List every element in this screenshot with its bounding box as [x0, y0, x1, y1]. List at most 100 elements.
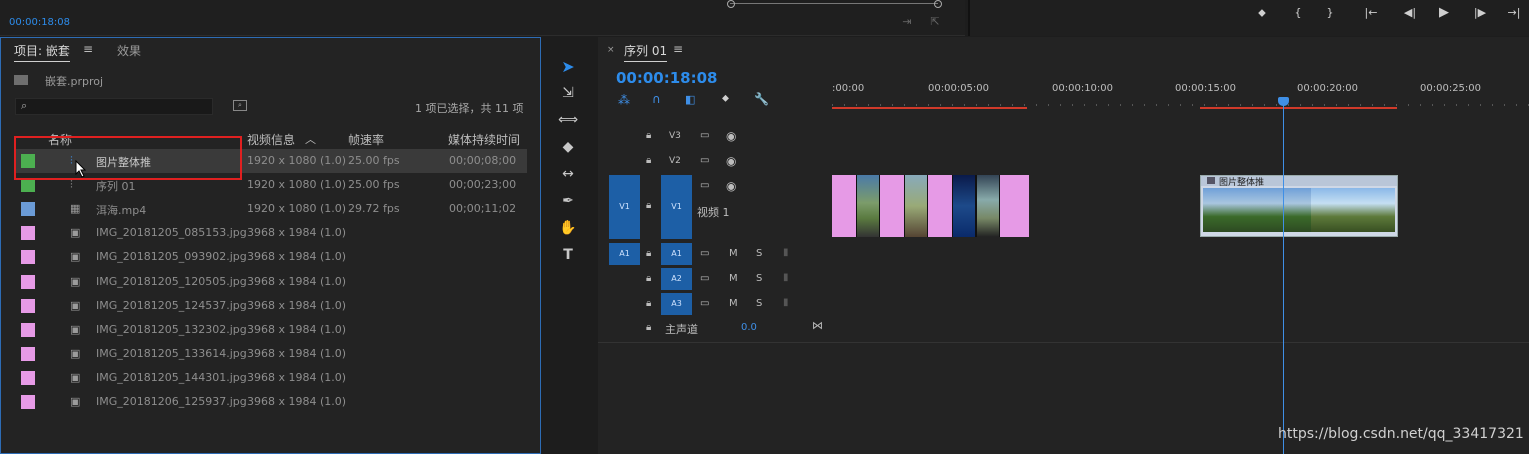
play-icon[interactable]: ▶: [1436, 5, 1452, 21]
label-color-swatch[interactable]: [21, 322, 35, 337]
item-name[interactable]: IMG_20181205_085153.jpg: [96, 226, 247, 239]
nested-sequence-clip[interactable]: 图片整体推: [1200, 175, 1398, 237]
sync-lock-a3-icon[interactable]: ▭: [700, 298, 709, 309]
timeline-menu-icon[interactable]: ≡: [673, 42, 683, 56]
image-clip[interactable]: [832, 175, 856, 237]
track-v1-label[interactable]: V1: [661, 175, 692, 239]
export-frame-icon[interactable]: ⇱: [927, 14, 943, 30]
go-to-out-icon[interactable]: →|: [1506, 5, 1522, 21]
project-item-row[interactable]: ▣ IMG_20181205_093902.jpg 3968 x 1984 (1.0…: [15, 245, 527, 269]
image-clip-thumb[interactable]: [856, 175, 880, 237]
item-name[interactable]: IMG_20181205_144301.jpg: [96, 371, 247, 384]
sync-lock-a2-icon[interactable]: ▭: [700, 273, 709, 284]
sync-lock-v1-icon[interactable]: ▭: [700, 180, 709, 191]
track-v3-label[interactable]: V3: [669, 131, 681, 141]
eye-v3-icon[interactable]: ◉: [726, 129, 736, 143]
linked-selection-icon[interactable]: ◧: [685, 93, 695, 106]
label-color-swatch[interactable]: [21, 346, 35, 361]
mark-out-icon[interactable]: }: [1322, 5, 1338, 21]
item-name[interactable]: IMG_20181205_132302.jpg: [96, 323, 247, 336]
wrench-icon[interactable]: 🔧: [754, 92, 769, 106]
image-clip-thumb[interactable]: [976, 175, 1000, 237]
track-v2-label[interactable]: V2: [669, 156, 681, 166]
item-name[interactable]: IMG_20181205_133614.jpg: [96, 347, 247, 360]
image-clip[interactable]: [928, 175, 952, 237]
playhead-handle[interactable]: [1278, 97, 1289, 106]
tab-sequence[interactable]: 序列 01: [624, 42, 668, 62]
zoom-handle-right[interactable]: [934, 0, 942, 8]
go-to-in-icon[interactable]: |←: [1363, 5, 1379, 21]
lock-a2-icon[interactable]: 🔒︎: [646, 273, 651, 284]
panel-menu-icon[interactable]: ≡: [83, 42, 93, 56]
add-marker-icon[interactable]: ⬥: [1254, 5, 1270, 21]
source-patch-a1[interactable]: A1: [609, 243, 640, 265]
project-item-row[interactable]: ▣ IMG_20181206_125937.jpg 3968 x 1984 (1.0…: [15, 390, 527, 414]
eye-v2-icon[interactable]: ◉: [726, 154, 736, 168]
tab-project[interactable]: 项目: 嵌套: [14, 42, 70, 62]
project-item-row[interactable]: ▣ IMG_20181205_132302.jpg 3968 x 1984 (1.0…: [15, 318, 527, 342]
close-tab-icon[interactable]: ×: [607, 45, 615, 55]
mute-a1-button[interactable]: M: [729, 248, 738, 259]
track-a2-label[interactable]: A2: [661, 268, 692, 290]
track-a3-label[interactable]: A3: [661, 293, 692, 315]
mark-in-icon[interactable]: {: [1290, 5, 1306, 21]
solo-a1-button[interactable]: S: [756, 248, 762, 259]
project-item-row[interactable]: ▣ IMG_20181205_144301.jpg 3968 x 1984 (1.0…: [15, 366, 527, 390]
lock-v1-icon[interactable]: 🔒︎: [646, 200, 651, 211]
playhead-line[interactable]: [1283, 97, 1284, 454]
column-frame-rate[interactable]: 帧速率: [348, 131, 384, 148]
item-name[interactable]: IMG_20181205_093902.jpg: [96, 250, 247, 263]
image-clip[interactable]: [880, 175, 904, 237]
item-name[interactable]: 序列 01: [96, 178, 136, 194]
project-item-row[interactable]: ▣ IMG_20181205_124537.jpg 3968 x 1984 (1.0…: [15, 294, 527, 318]
lock-a1-icon[interactable]: 🔒︎: [646, 248, 651, 259]
solo-a3-button[interactable]: S: [756, 298, 762, 309]
image-clip[interactable]: [1000, 175, 1029, 237]
add-marker-icon-timeline[interactable]: ⬥: [722, 93, 729, 104]
mute-a3-button[interactable]: M: [729, 298, 738, 309]
mic-a1-icon[interactable]: ▮: [783, 247, 789, 258]
item-name[interactable]: IMG_20181205_124537.jpg: [96, 299, 247, 312]
nest-toggle-icon[interactable]: ⁂: [618, 93, 630, 107]
lock-a3-icon[interactable]: 🔒︎: [646, 298, 651, 309]
new-bin-icon[interactable]: ⌕: [233, 100, 247, 111]
track-select-tool-icon[interactable]: ⇲: [558, 83, 578, 103]
label-color-swatch[interactable]: [21, 226, 35, 241]
insert-icon[interactable]: ⇥: [899, 14, 915, 30]
step-back-icon[interactable]: ◀|: [1402, 5, 1418, 21]
eye-v1-icon[interactable]: ◉: [726, 179, 736, 193]
label-color-swatch[interactable]: [21, 395, 35, 409]
step-forward-icon[interactable]: |▶: [1472, 5, 1488, 21]
razor-tool-icon[interactable]: ◆: [558, 137, 578, 157]
project-item-row[interactable]: ▣ IMG_20181205_120505.jpg 3968 x 1984 (1.0…: [15, 270, 527, 294]
sync-lock-v3-icon[interactable]: ▭: [700, 130, 709, 141]
go-to-end-icon[interactable]: ⋈: [812, 319, 823, 332]
item-name[interactable]: 洱海.mp4: [96, 202, 146, 218]
image-clips-group[interactable]: [832, 175, 1029, 237]
mic-a3-icon[interactable]: ▮: [783, 297, 789, 308]
item-name[interactable]: IMG_20181206_125937.jpg: [96, 395, 247, 408]
image-clip-thumb[interactable]: [904, 175, 928, 237]
search-input[interactable]: ⌕: [15, 98, 213, 115]
mute-a2-button[interactable]: M: [729, 273, 738, 284]
solo-a2-button[interactable]: S: [756, 273, 762, 284]
master-volume-value[interactable]: 0.0: [741, 322, 757, 333]
project-item-row[interactable]: ▣ IMG_20181205_085153.jpg 3968 x 1984 (1.0…: [15, 221, 527, 245]
source-zoom-bar[interactable]: [730, 3, 938, 7]
mic-a2-icon[interactable]: ▮: [783, 272, 789, 283]
ripple-edit-tool-icon[interactable]: ⟺: [558, 110, 578, 130]
sync-lock-a1-icon[interactable]: ▭: [700, 248, 709, 259]
label-color-swatch[interactable]: [21, 250, 35, 265]
label-color-swatch[interactable]: [21, 202, 35, 217]
column-video-info[interactable]: 视频信息: [247, 131, 295, 148]
lock-master-icon[interactable]: 🔒︎: [646, 322, 651, 333]
slip-tool-icon[interactable]: ↔: [558, 164, 578, 184]
hand-tool-icon[interactable]: ✋: [558, 218, 578, 238]
label-color-swatch[interactable]: [21, 178, 35, 193]
image-clip-thumb[interactable]: [952, 175, 976, 237]
lock-v2-icon[interactable]: 🔒︎: [646, 155, 651, 166]
label-color-swatch[interactable]: [21, 274, 35, 289]
playhead-timecode[interactable]: 00:00:18:08: [616, 69, 718, 87]
project-item-row[interactable]: ▦ 洱海.mp4 1920 x 1080 (1.0) 29.72 fps 00;00;1…: [15, 197, 527, 221]
zoom-handle-left[interactable]: [727, 0, 735, 8]
